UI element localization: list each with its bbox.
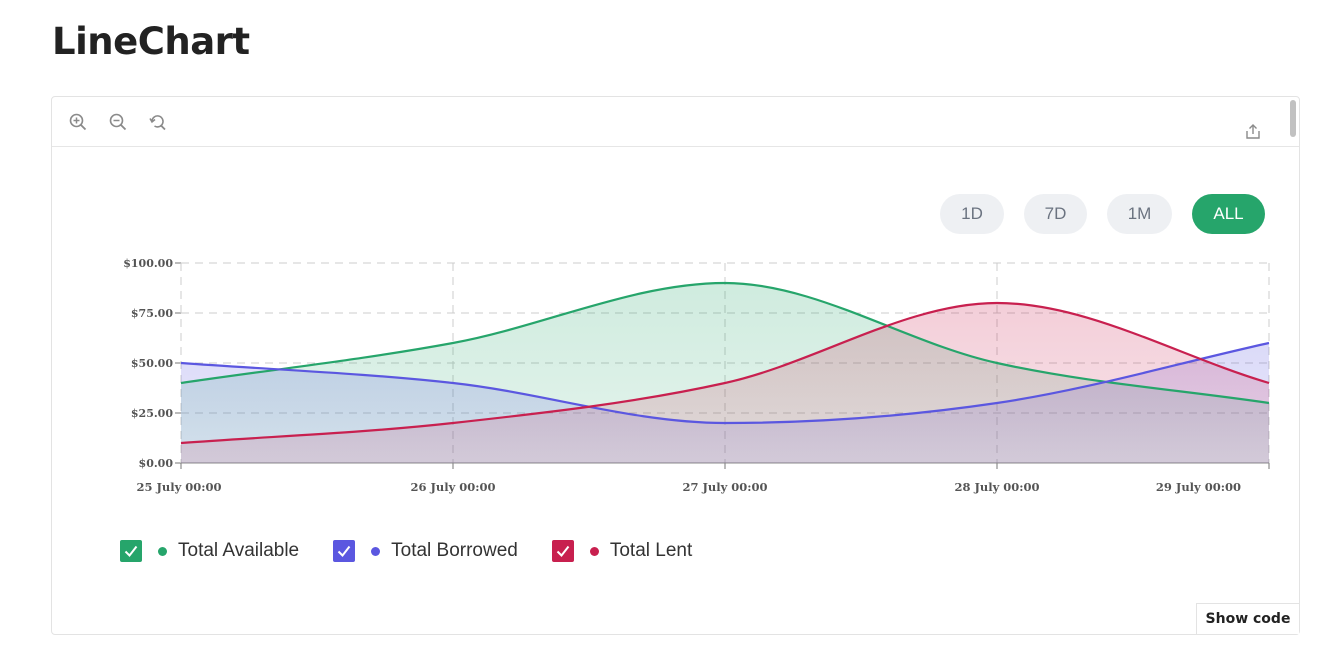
legend-item-total-lent[interactable]: Total Lent (551, 540, 693, 562)
chart-card: 1D 7D 1M ALL $0.00 $25.00 $50.00 $75.00 $100… (51, 96, 1300, 635)
legend-item-total-available[interactable]: Total Available (120, 540, 299, 562)
legend-dot-icon (371, 546, 381, 556)
y-tick-label: $0.00 (139, 457, 174, 470)
checkbox-checked-icon[interactable] (120, 540, 142, 562)
y-tick-label: $75.00 (131, 307, 173, 320)
y-tick-label: $50.00 (131, 357, 173, 370)
x-tick-label: 29 July 00:00 (1156, 480, 1241, 494)
show-code-button[interactable]: Show code (1196, 603, 1299, 634)
legend-label: Total Borrowed (391, 540, 518, 561)
legend-item-total-borrowed[interactable]: Total Borrowed (333, 540, 518, 562)
y-tick-label: $25.00 (131, 407, 173, 420)
y-tick-label: $100.00 (123, 257, 173, 270)
legend-dot-icon (158, 546, 167, 556)
page-title: LineChart (52, 20, 250, 63)
legend-label: Total Available (178, 540, 300, 561)
line-chart-plot: $0.00 $25.00 $50.00 $75.00 $100.00 25 July 00… (123, 257, 1270, 494)
x-tick-label: 28 July 00:00 (954, 480, 1039, 494)
legend-label: Total Lent (609, 540, 693, 561)
x-tick-label: 27 July 00:00 (682, 480, 767, 494)
chart-legend: Total Available Total Borrowed Total Len… (120, 540, 726, 562)
x-tick-label: 25 July 00:00 (136, 480, 221, 494)
legend-dot-icon (589, 546, 599, 556)
x-tick-label: 26 July 00:00 (410, 480, 495, 494)
checkbox-checked-icon[interactable] (551, 540, 574, 562)
checkbox-checked-icon[interactable] (333, 540, 356, 562)
